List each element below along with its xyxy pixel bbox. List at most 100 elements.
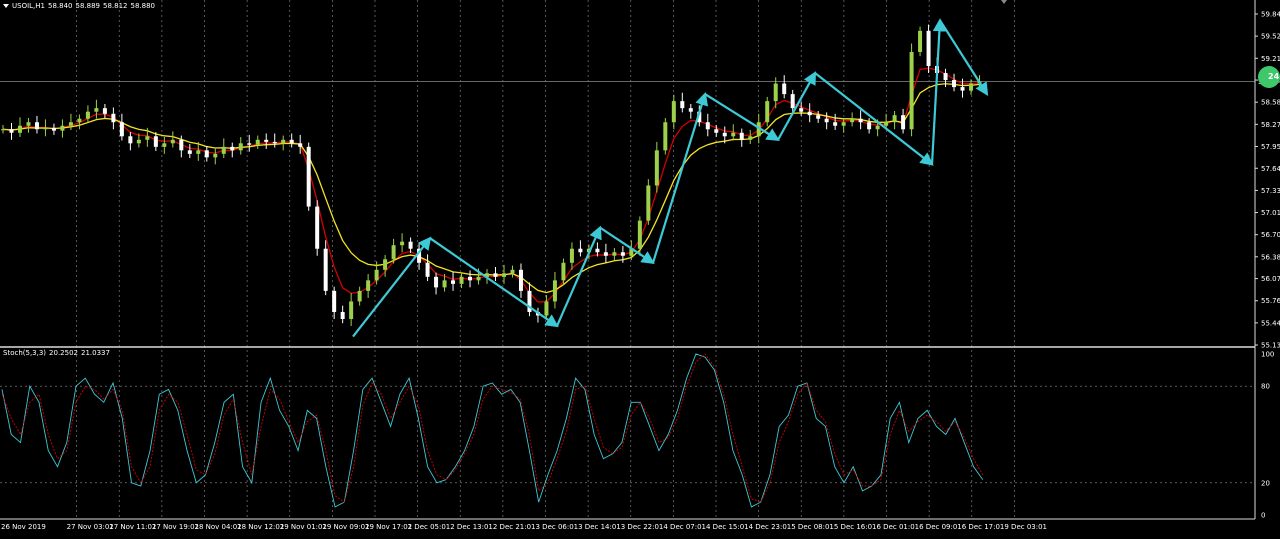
candle-body bbox=[306, 146, 311, 207]
candle-body bbox=[493, 273, 498, 277]
candle-body bbox=[213, 153, 218, 158]
candle-body bbox=[773, 83, 778, 102]
stoch-signal-value: 21.0337 bbox=[80, 349, 110, 357]
candle-body bbox=[595, 248, 600, 253]
chart-canvas[interactable]: 10080200 26 Nov 2019 27 Nov 03:0127 Nov 1… bbox=[0, 0, 1280, 535]
x-tick-label: 4 Dec 07:01 bbox=[663, 523, 706, 531]
stoch-y-tick-label: 0 bbox=[1261, 512, 1265, 520]
candle-body bbox=[960, 87, 965, 91]
candle-body bbox=[400, 241, 405, 246]
candle-body bbox=[646, 185, 651, 221]
candle-body bbox=[9, 129, 14, 133]
candle-body bbox=[366, 280, 371, 291]
trade-badge[interactable]: 24 bbox=[1258, 66, 1280, 88]
candle-body bbox=[162, 143, 167, 147]
candle-body bbox=[281, 139, 286, 144]
candle-body bbox=[442, 280, 447, 288]
candle-body bbox=[17, 125, 22, 133]
candle-body bbox=[383, 259, 388, 270]
candle-body bbox=[170, 139, 175, 144]
candle-body bbox=[179, 139, 184, 151]
candle-body bbox=[765, 101, 770, 123]
candle-body bbox=[289, 139, 294, 144]
candle-body bbox=[782, 83, 787, 95]
candle-body bbox=[85, 111, 90, 119]
stoch-y-tick-label: 100 bbox=[1261, 351, 1274, 359]
stoch-label: Stoch(5,3,3) bbox=[3, 349, 47, 357]
y-tick-label: 55.445 bbox=[1261, 319, 1280, 327]
candle-body bbox=[476, 276, 481, 281]
candle-body bbox=[374, 269, 379, 281]
grid bbox=[0, 0, 1255, 519]
candle-body bbox=[850, 118, 855, 123]
candle-body bbox=[357, 290, 362, 302]
y-tick-label: 58.270 bbox=[1261, 121, 1280, 129]
symbol-label: USOIL,H1 bbox=[12, 2, 45, 10]
candle-body bbox=[603, 252, 608, 256]
candle-body bbox=[790, 94, 795, 109]
stoch-main-value: 20.2502 bbox=[49, 349, 78, 357]
candle-body bbox=[722, 132, 727, 137]
candle-body bbox=[663, 122, 668, 151]
candle-body bbox=[612, 252, 617, 256]
y-tick-label: 56.385 bbox=[1261, 253, 1280, 261]
candle-body bbox=[807, 111, 812, 116]
swing-arrows bbox=[352, 18, 989, 338]
x-tick-label: 2 Dec 13:01 bbox=[450, 523, 493, 531]
candle-body bbox=[841, 122, 846, 126]
candle-body bbox=[43, 127, 48, 130]
moving-averages bbox=[2, 67, 980, 303]
candle-body bbox=[501, 273, 506, 277]
x-tick-label: 6 Dec 17:01 bbox=[962, 523, 1005, 531]
candle-body bbox=[323, 248, 328, 291]
candle-body bbox=[298, 143, 303, 147]
candle-body bbox=[332, 290, 337, 312]
x-tick-label: 28 Nov 04:01 bbox=[195, 523, 242, 531]
candle-body bbox=[51, 127, 56, 131]
candle-body bbox=[119, 122, 124, 137]
stochastic-indicator: 100 80 20 0 bbox=[0, 351, 1274, 520]
candle-body bbox=[731, 132, 736, 137]
candle-body bbox=[196, 150, 201, 154]
candle-body bbox=[255, 139, 260, 145]
candle-body bbox=[561, 262, 566, 281]
candle-body bbox=[637, 220, 642, 249]
chart-shift-icon[interactable] bbox=[1001, 0, 1007, 4]
x-tick-label: 3 Dec 22:01 bbox=[621, 523, 664, 531]
candle-body bbox=[875, 125, 880, 130]
x-tick-label: 3 Dec 14:01 bbox=[578, 523, 621, 531]
candle-body bbox=[340, 311, 345, 319]
candle-body bbox=[247, 143, 252, 145]
candle-body bbox=[884, 122, 889, 126]
ma-slow-line bbox=[2, 83, 980, 294]
x-tick-label: 2 Dec 05:01 bbox=[408, 523, 451, 531]
candle-body bbox=[264, 139, 269, 142]
candle-body bbox=[34, 122, 39, 130]
y-tick-label: 57.955 bbox=[1261, 143, 1280, 151]
candle-body bbox=[315, 206, 320, 249]
x-tick-label: 5 Dec 16:01 bbox=[834, 523, 877, 531]
candle-body bbox=[77, 118, 82, 123]
swing-arrow bbox=[930, 18, 946, 165]
axes: 26 Nov 2019 27 Nov 03:0127 Nov 11:0127 No… bbox=[0, 0, 1280, 531]
stoch-signal-line bbox=[1, 353, 984, 503]
candle-body bbox=[1, 129, 5, 131]
candle-body bbox=[145, 136, 150, 140]
dropdown-icon[interactable] bbox=[3, 4, 9, 8]
candle-body bbox=[230, 146, 235, 151]
candle-body bbox=[620, 252, 625, 256]
candle-body bbox=[510, 269, 515, 274]
ohlc-close: 58.880 bbox=[130, 2, 155, 10]
x-tick-label: 26 Nov 2019 bbox=[1, 523, 46, 531]
candle-body bbox=[94, 108, 99, 112]
candle-body bbox=[714, 129, 719, 133]
y-tick-label: 57.645 bbox=[1261, 165, 1280, 173]
candle-body bbox=[26, 122, 31, 126]
stoch-info: Stoch(5,3,3) 20.2502 21.0337 bbox=[3, 349, 113, 357]
candle-body bbox=[858, 118, 863, 123]
candle-body bbox=[969, 83, 974, 91]
candle-body bbox=[688, 108, 693, 112]
trading-chart[interactable]: 100 80 20 0 26 Nov 2019 27 Nov 03:01 27 Nov 1… bbox=[0, 0, 1280, 535]
candle-body bbox=[136, 139, 141, 144]
ohlc-open: 58.840 bbox=[47, 2, 73, 10]
